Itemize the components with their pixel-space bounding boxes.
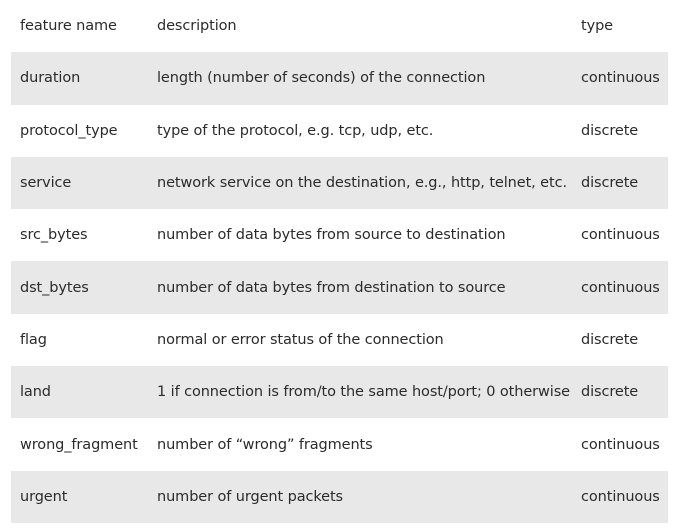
cell-type: discrete xyxy=(581,175,639,192)
cell-type: continuous xyxy=(581,227,660,244)
header-type: type xyxy=(581,18,613,35)
cell-feature-name: urgent xyxy=(20,488,68,505)
table-row: urgent number of urgent packets continuo… xyxy=(11,470,668,523)
table-row: service network service on the destinati… xyxy=(11,156,668,210)
cell-type: discrete xyxy=(581,331,639,348)
cell-feature-name: protocol_type xyxy=(20,122,118,139)
table-header-row: feature name description type xyxy=(11,0,668,52)
table-row: flag normal or error status of the conne… xyxy=(11,314,668,366)
cell-feature-name: wrong_fragment xyxy=(20,436,138,453)
cell-feature-name: service xyxy=(20,175,72,192)
cell-type: continuous xyxy=(581,488,660,505)
cell-description: network service on the destination, e.g.… xyxy=(157,175,567,192)
table-row: dst_bytes number of data bytes from dest… xyxy=(11,261,668,314)
header-description: description xyxy=(157,18,237,35)
table-row: src_bytes number of data bytes from sour… xyxy=(11,209,668,261)
cell-type: discrete xyxy=(581,122,639,139)
cell-feature-name: duration xyxy=(20,70,81,87)
cell-description: normal or error status of the connection xyxy=(157,331,444,348)
cell-description: type of the protocol, e.g. tcp, udp, etc… xyxy=(157,122,434,139)
cell-type: discrete xyxy=(581,384,639,401)
cell-description: number of “wrong” fragments xyxy=(157,436,373,453)
table-row: protocol_type type of the protocol, e.g.… xyxy=(11,105,668,157)
cell-description: number of urgent packets xyxy=(157,488,343,505)
cell-feature-name: land xyxy=(20,384,51,401)
cell-description: number of data bytes from source to dest… xyxy=(157,227,506,244)
cell-feature-name: flag xyxy=(20,331,47,348)
table-row: land 1 if connection is from/to the same… xyxy=(11,366,668,419)
cell-description: 1 if connection is from/to the same host… xyxy=(157,384,570,401)
cell-description: number of data bytes from destination to… xyxy=(157,279,506,296)
cell-type: continuous xyxy=(581,70,660,87)
header-feature-name: feature name xyxy=(20,18,117,35)
cell-feature-name: dst_bytes xyxy=(20,279,89,296)
feature-table: feature name description type duration l… xyxy=(11,0,668,523)
table-row: duration length (number of seconds) of t… xyxy=(11,52,668,105)
cell-feature-name: src_bytes xyxy=(20,227,88,244)
cell-description: length (number of seconds) of the connec… xyxy=(157,70,486,87)
cell-type: continuous xyxy=(581,279,660,296)
table-row: wrong_fragment number of “wrong” fragmen… xyxy=(11,418,668,470)
cell-type: continuous xyxy=(581,436,660,453)
